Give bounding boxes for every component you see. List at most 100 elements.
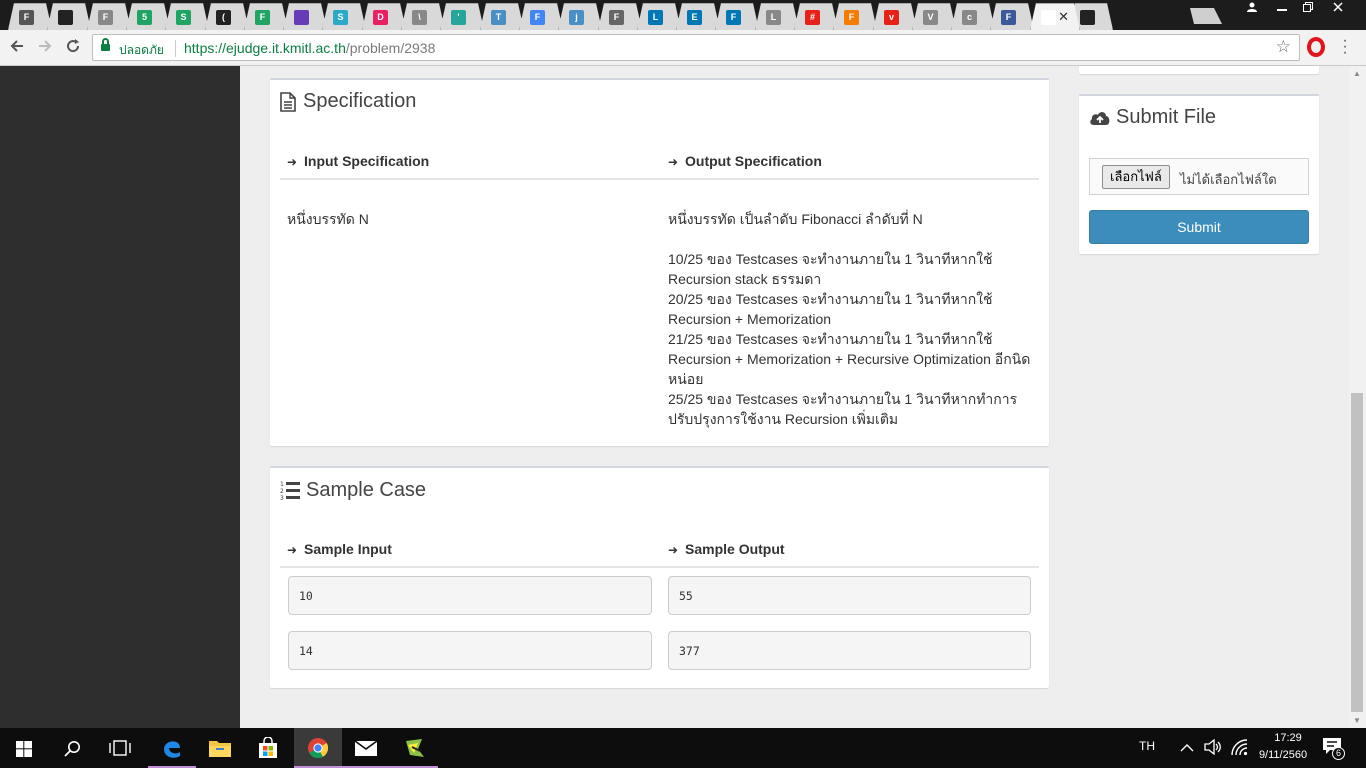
browser-tab[interactable]: \ — [401, 3, 445, 30]
taskbar-edge[interactable] — [148, 728, 196, 768]
clock-time[interactable]: 17:29 — [1266, 732, 1310, 744]
submit-button[interactable]: Submit — [1089, 210, 1309, 244]
browser-tab[interactable]: ‹ ✕ — [1030, 3, 1080, 30]
cloud-upload-icon — [1089, 110, 1111, 131]
profile-icon[interactable] — [1238, 0, 1266, 20]
browser-tab[interactable]: ' — [440, 3, 484, 30]
language-indicator[interactable]: TH — [1139, 739, 1155, 753]
tab-favicon-icon: F — [1001, 10, 1016, 25]
browser-tab[interactable]: v — [873, 3, 917, 30]
forward-arrow-icon[interactable] — [33, 36, 57, 60]
output-spec-line: ปรับปรุงการใช้งาน Recursion เพิ่มเติม — [668, 411, 899, 427]
browser-tab[interactable]: S — [165, 3, 209, 30]
sample-output-label: Sample Output — [685, 541, 785, 557]
browser-tab[interactable]: S — [322, 3, 366, 30]
close-tab-icon[interactable]: ✕ — [1058, 9, 1069, 25]
scroll-up-arrow-icon[interactable]: ▲ — [1353, 69, 1361, 78]
restore-icon[interactable] — [1294, 0, 1322, 20]
bookmark-star-icon[interactable]: ☆ — [1276, 37, 1291, 57]
browser-tab[interactable]: F — [715, 3, 759, 30]
scrollbar-thumb[interactable] — [1351, 393, 1363, 712]
choose-file-button[interactable]: เลือกไฟล์ — [1102, 165, 1170, 189]
sample-input-box[interactable]: 10 — [288, 576, 652, 615]
opera-extension-icon[interactable] — [1307, 37, 1325, 57]
browser-tab[interactable]: ( — [205, 3, 249, 30]
svg-text:2: 2 — [280, 488, 284, 495]
volume-icon[interactable] — [1204, 738, 1222, 760]
file-input[interactable]: เลือกไฟล์ ไม่ได้เลือกไฟล์ใด — [1089, 158, 1309, 195]
browser-tab[interactable]: D — [362, 3, 406, 30]
taskbar-file-explorer[interactable] — [196, 728, 244, 768]
tab-favicon-icon: L — [766, 10, 781, 25]
sample-input-box[interactable]: 14 — [288, 631, 652, 670]
tab-favicon-icon: L — [648, 10, 663, 25]
output-spec-line: Recursion + Memorization — [668, 311, 832, 327]
scroll-down-arrow-icon[interactable]: ▼ — [1353, 716, 1361, 725]
browser-tab[interactable]: F — [598, 3, 642, 30]
edge-icon — [164, 741, 180, 758]
browser-tab[interactable]: 5 — [126, 3, 170, 30]
taskbar-chrome[interactable] — [294, 728, 342, 768]
browser-tab[interactable]: j — [558, 3, 602, 30]
start-button[interactable] — [0, 728, 48, 768]
input-spec-heading: ➜ Input Specification — [287, 153, 429, 169]
browser-tab[interactable]: c — [951, 3, 995, 30]
folder-icon — [209, 741, 231, 757]
close-window-icon[interactable] — [1324, 0, 1352, 20]
browser-tab[interactable]: L — [755, 3, 799, 30]
browser-tab[interactable]: F — [8, 3, 52, 30]
search-button[interactable] — [48, 728, 96, 768]
taskbar-store[interactable] — [244, 728, 292, 768]
output-spec-line: Recursion + Memorization + Recursive Opt… — [668, 351, 1031, 367]
menu-icon[interactable]: · · · — [1340, 33, 1350, 61]
address-bar[interactable]: ปลอดภัย https://ejudge.it.kmitl.ac.th/pr… — [92, 34, 1300, 61]
url-text[interactable]: https://ejudge.it.kmitl.ac.th/problem/29… — [184, 40, 435, 56]
browser-tab[interactable] — [283, 3, 327, 30]
back-arrow-icon[interactable] — [5, 36, 29, 60]
browser-tab[interactable]: F — [990, 3, 1034, 30]
svg-text:3: 3 — [280, 495, 284, 500]
task-view-button[interactable] — [96, 728, 144, 768]
tab-favicon-icon: F — [726, 10, 741, 25]
browser-tab[interactable]: L — [637, 3, 681, 30]
tab-favicon-icon: 5 — [137, 10, 152, 25]
browser-tab[interactable]: F — [244, 3, 288, 30]
browser-tab[interactable] — [47, 3, 91, 30]
page-scrollbar[interactable]: ▲ ▼ — [1349, 66, 1366, 728]
svg-text:1: 1 — [280, 481, 284, 488]
url-domain: https://ejudge.it.kmitl.ac.th — [184, 40, 346, 56]
browser-tab[interactable]: F — [833, 3, 877, 30]
browser-toolbar: ปลอดภัย https://ejudge.it.kmitl.ac.th/pr… — [0, 30, 1366, 66]
chevron-up-icon[interactable] — [1180, 740, 1194, 758]
browser-tab[interactable]: F — [87, 3, 131, 30]
action-center-icon[interactable]: 6 — [1322, 737, 1346, 760]
windows-taskbar: TH 17:29 9/11/2560 6 — [0, 728, 1366, 768]
previous-panel-bottom — [1079, 66, 1319, 74]
taskbar-mail[interactable] — [342, 728, 390, 768]
browser-tab[interactable]: # — [794, 3, 838, 30]
tab-favicon-icon: S — [333, 10, 348, 25]
minimize-icon[interactable] — [1268, 0, 1296, 20]
mail-icon — [354, 740, 378, 756]
wifi-icon[interactable] — [1230, 738, 1248, 761]
tab-favicon-icon: ' — [451, 10, 466, 25]
tab-favicon-icon: F — [844, 10, 859, 25]
list-ol-icon: 123 — [280, 480, 300, 505]
browser-tab[interactable]: T — [480, 3, 524, 30]
browser-tab[interactable]: E — [676, 3, 720, 30]
output-spec-line: Recursion stack ธรรมดา — [668, 271, 822, 287]
sample-output-box[interactable]: 55 — [668, 576, 1031, 615]
sample-output-box[interactable]: 377 — [668, 631, 1031, 670]
reload-icon[interactable] — [61, 36, 85, 60]
browser-tab[interactable]: F — [519, 3, 563, 30]
output-spec-line: 20/25 ของ Testcases จะทำงานภายใน 1 วินาท… — [668, 291, 993, 307]
browser-tab[interactable]: V — [912, 3, 956, 30]
clock-date[interactable]: 9/11/2560 — [1255, 749, 1311, 761]
new-tab-button[interactable] — [1186, 8, 1222, 24]
store-icon — [259, 737, 277, 758]
browser-tab-strip: F F 5 S (F S D \ ' T Fj F L E F L # Fv Vc F ‹ ✕ — [0, 0, 1366, 30]
taskbar-app[interactable] — [390, 728, 438, 768]
output-spec-line: 21/25 ของ Testcases จะทำงานภายใน 1 วินาท… — [668, 331, 993, 347]
output-spec-text: หนึ่งบรรทัด เป็นลำดับ Fibonacci ลำดับที่… — [668, 209, 1040, 429]
output-spec-line: หนึ่งบรรทัด เป็นลำดับ Fibonacci ลำดับที่… — [668, 211, 923, 227]
